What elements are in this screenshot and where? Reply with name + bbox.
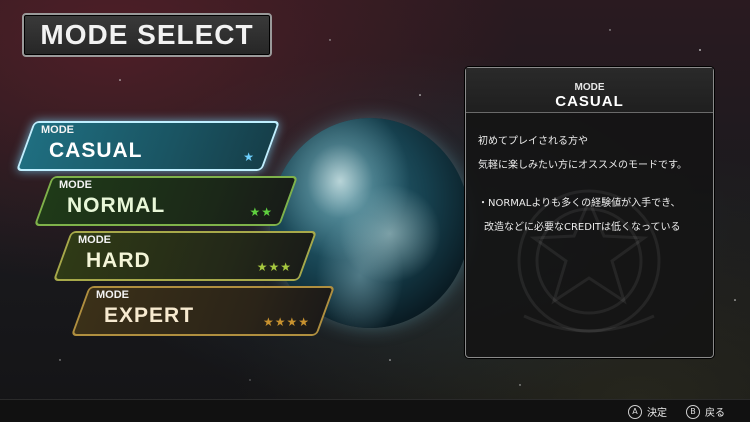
mode-name: NORMAL [67, 194, 166, 217]
detail-label: MODE [574, 82, 605, 93]
confirm-prompt[interactable]: A 決定 [628, 404, 667, 419]
confirm-label: 決定 [647, 408, 667, 419]
detail-description: 初めてプレイされる方や 気軽に楽しみたい方にオススメのモードです。 ・NORMA… [478, 130, 705, 240]
mode-tag: MODE [59, 179, 92, 191]
mode-select-title-box: MODE SELECT [22, 13, 272, 57]
mode-detail-panel: MODE CASUAL 初めてプレイされる方や 気軽に楽しみたい方にオススメのモ… [465, 67, 714, 358]
button-prompt-bar: A 決定 B 戻る [0, 399, 750, 422]
detail-title: CASUAL [555, 93, 624, 110]
mode-option-casual[interactable]: MODE CASUAL ★ [15, 121, 281, 171]
mode-name: HARD [86, 249, 151, 272]
mode-option-normal[interactable]: MODE NORMAL ★★ [33, 176, 299, 226]
page-title: MODE SELECT [40, 19, 254, 50]
mode-option-hard[interactable]: MODE HARD ★★★ [52, 231, 318, 281]
mode-option-expert[interactable]: MODE EXPERT ★★★★ [70, 286, 336, 336]
difficulty-star-icon: ★★ [249, 205, 273, 219]
difficulty-star-icon: ★★★ [256, 260, 292, 274]
difficulty-star-icon: ★★★★ [262, 315, 310, 329]
description-line: 気軽に楽しみたい方にオススメのモードです。 [478, 160, 687, 171]
mode-name: CASUAL [49, 139, 143, 162]
description-note: 改造などに必要なCREDITは低くなっている [484, 222, 681, 233]
description-line: 初めてプレイされる方や [478, 136, 588, 147]
mode-tag: MODE [78, 234, 111, 246]
a-button-icon: A [628, 404, 642, 419]
difficulty-star-icon: ★ [243, 150, 255, 164]
detail-header: MODE CASUAL [466, 68, 713, 113]
back-prompt[interactable]: B 戻る [686, 404, 725, 419]
mode-tag: MODE [96, 289, 129, 301]
b-button-icon: B [686, 404, 700, 419]
description-note: ・NORMALよりも多くの経験値が入手でき、 [478, 198, 681, 209]
back-label: 戻る [705, 408, 725, 419]
mode-tag: MODE [41, 124, 74, 136]
mode-name: EXPERT [104, 304, 195, 327]
